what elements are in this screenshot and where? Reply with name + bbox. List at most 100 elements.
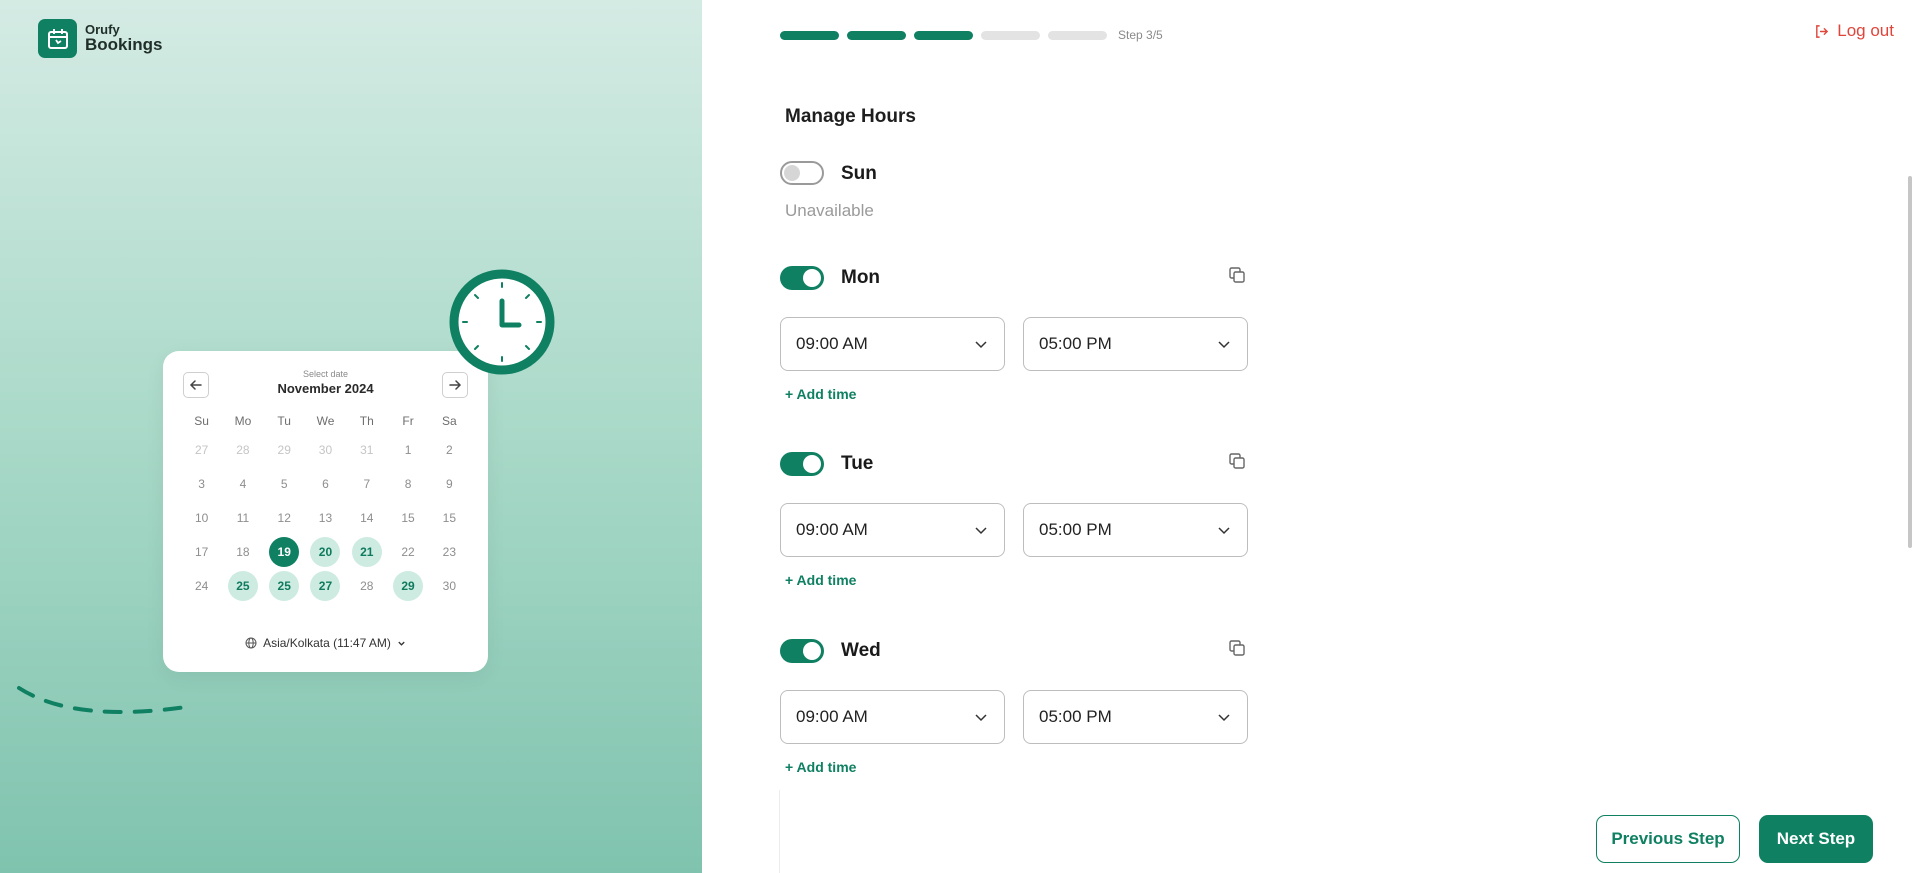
toggle-tue[interactable]	[780, 452, 824, 476]
calendar-day[interactable]: 5	[264, 467, 305, 501]
calendar-day[interactable]: 21	[346, 535, 387, 569]
chevron-down-icon	[1218, 527, 1230, 535]
calendar-day-number: 19	[269, 537, 300, 567]
calendar-day[interactable]: 23	[429, 535, 470, 569]
calendar-day[interactable]: 4	[222, 467, 263, 501]
copy-icon[interactable]	[1228, 266, 1246, 284]
next-step-button[interactable]: Next Step	[1759, 815, 1873, 863]
calendar-day[interactable]: 24	[181, 569, 222, 603]
calendar-day-number: 30	[318, 443, 333, 457]
toggle-mon[interactable]	[780, 266, 824, 290]
calendar-day-number: 13	[318, 511, 333, 525]
chevron-down-icon	[975, 527, 987, 535]
calendar-day[interactable]: 22	[387, 535, 428, 569]
calendar-day[interactable]: 29	[387, 569, 428, 603]
step-bar-5	[1048, 30, 1107, 40]
next-month-button[interactable]	[442, 372, 468, 398]
brand-logo: Orufy Bookings	[38, 19, 162, 58]
calendar-day-number: 24	[194, 579, 209, 593]
calendar-day-number: 25	[227, 571, 258, 601]
calendar-day-number: 15	[442, 511, 457, 525]
calendar-day[interactable]: 25	[264, 569, 305, 603]
calendar-day-number: 12	[277, 511, 291, 525]
tue-start-time-select[interactable]: 09:00 AM	[780, 503, 1005, 557]
wed-start-time-select[interactable]: 09:00 AM	[780, 690, 1005, 744]
calendar-day: 30	[305, 433, 346, 467]
calendar-day[interactable]: 15	[429, 501, 470, 535]
wed-add-time-link[interactable]: + Add time	[785, 759, 856, 775]
calendar-day: 31	[346, 433, 387, 467]
globe-icon	[245, 637, 257, 649]
calendar-day[interactable]: 10	[181, 501, 222, 535]
chevron-down-icon	[975, 714, 987, 722]
toggle-wed[interactable]	[780, 639, 824, 663]
calendar-day-number: 15	[401, 511, 415, 525]
copy-icon[interactable]	[1228, 639, 1246, 657]
timezone-selector[interactable]: Asia/Kolkata (11:47 AM)	[163, 636, 488, 650]
calendar-day: 27	[181, 433, 222, 467]
wed-end-time-select[interactable]: 05:00 PM	[1023, 690, 1248, 744]
calendar-day[interactable]: 1	[387, 433, 428, 467]
calendar-day-number: 20	[310, 537, 341, 567]
decorative-dashed-curve	[17, 686, 195, 714]
mon-start-time-select[interactable]: 09:00 AM	[780, 317, 1005, 371]
calendar-day[interactable]: 20	[305, 535, 346, 569]
calendar-clock-icon	[38, 19, 77, 58]
calendar-day[interactable]: 14	[346, 501, 387, 535]
calendar-day[interactable]: 25	[222, 569, 263, 603]
calendar-day-number: 21	[351, 537, 382, 567]
calendar-day[interactable]: 15	[387, 501, 428, 535]
day-label-tue: Tue	[841, 453, 874, 474]
day-label-sun: Sun	[841, 163, 877, 184]
calendar-day[interactable]: 17	[181, 535, 222, 569]
scrollbar[interactable]	[1908, 176, 1912, 548]
mon-add-time-link[interactable]: + Add time	[785, 386, 856, 402]
calendar-day-number: 8	[404, 477, 412, 491]
toggle-sun[interactable]	[780, 161, 824, 185]
calendar-day[interactable]: 7	[346, 467, 387, 501]
chevron-down-icon	[398, 641, 405, 646]
page-title: Manage Hours	[785, 106, 916, 127]
copy-icon[interactable]	[1228, 452, 1246, 470]
calendar-day: 29	[264, 433, 305, 467]
calendar-day-number: 27	[310, 571, 341, 601]
calendar-weekday: Fr	[402, 414, 414, 428]
logout-icon	[1816, 24, 1829, 38]
calendar-day[interactable]: 18	[222, 535, 263, 569]
calendar-day-number: 11	[236, 511, 250, 525]
previous-step-button[interactable]: Previous Step	[1596, 815, 1740, 863]
calendar-day[interactable]: 3	[181, 467, 222, 501]
calendar-day[interactable]: 28	[346, 569, 387, 603]
calendar-day[interactable]: 9	[429, 467, 470, 501]
calendar-day[interactable]: 6	[305, 467, 346, 501]
calendar-day[interactable]: 30	[429, 569, 470, 603]
tue-end-time-select[interactable]: 05:00 PM	[1023, 503, 1248, 557]
calendar-day-number: 7	[363, 477, 371, 491]
calendar-day[interactable]: 8	[387, 467, 428, 501]
toggle-knob	[803, 269, 821, 287]
arrow-right-icon	[449, 380, 462, 390]
brand-name: Bookings	[85, 35, 163, 55]
hero-panel: Orufy Bookings Select date November 2024…	[0, 0, 702, 873]
calendar-day-number: 23	[442, 545, 457, 559]
calendar-day[interactable]: 11	[222, 501, 263, 535]
calendar-day[interactable]: 12	[264, 501, 305, 535]
calendar-weekday: We	[316, 414, 335, 428]
step-bar-2	[847, 30, 906, 40]
calendar-day[interactable]: 2	[429, 433, 470, 467]
mon-start-time-value: 09:00 AM	[796, 334, 868, 353]
calendar-weekday: Mo	[234, 414, 252, 428]
calendar-day-number: 22	[401, 545, 415, 559]
logout-button[interactable]: Log out	[1814, 21, 1894, 41]
calendar-day[interactable]: 13	[305, 501, 346, 535]
calendar-weekday: Sa	[442, 414, 457, 428]
timezone-label: Asia/Kolkata (11:47 AM)	[263, 636, 391, 650]
mon-end-time-select[interactable]: 05:00 PM	[1023, 317, 1248, 371]
calendar-day[interactable]: 19	[264, 535, 305, 569]
calendar-day-number: 3	[198, 477, 205, 491]
calendar-day-number: 1	[404, 443, 412, 457]
tue-add-time-link[interactable]: + Add time	[785, 572, 856, 588]
calendar-day-number: 6	[322, 477, 329, 491]
calendar-day[interactable]: 27	[305, 569, 346, 603]
clock-icon	[449, 269, 555, 375]
